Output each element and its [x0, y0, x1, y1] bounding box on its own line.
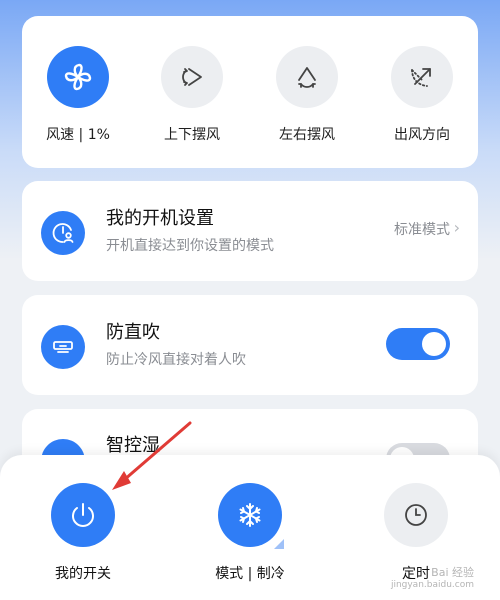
anti-direct-wind-toggle[interactable]	[386, 328, 450, 360]
wind-speed-label: 风速 | 1%	[46, 127, 110, 143]
power-label: 我的开关	[55, 566, 111, 582]
startup-setting-row[interactable]: 我的开机设置 开机直接达到你设置的模式 标准模式 ›	[22, 181, 478, 281]
mode-corner-indicator	[274, 539, 284, 549]
smart-humidity-title: 智控湿	[106, 435, 160, 456]
chevron-right-icon: ›	[453, 218, 460, 237]
clock-icon	[384, 483, 448, 547]
wind-speed-button[interactable]: 风速 | 1%	[23, 46, 133, 144]
mode-label: 模式 | 制冷	[215, 566, 285, 582]
fan-icon	[47, 46, 109, 108]
mode-button[interactable]: 模式 | 制冷	[190, 483, 310, 583]
horizontal-swing-icon	[276, 46, 338, 108]
wind-control-card: 风速 | 1% 上下摆风 左右摆风 出风方向	[22, 16, 478, 168]
airflow-direction-label: 出风方向	[394, 127, 450, 143]
horizontal-swing-button[interactable]: 左右摆风	[252, 46, 362, 144]
horizontal-swing-label: 左右摆风	[279, 127, 335, 143]
toggle-knob	[422, 332, 446, 356]
startup-mode-value: 标准模式	[394, 222, 450, 238]
watermark: Bai 经验 jingyan.baidu.com	[391, 566, 474, 592]
anti-direct-wind-subtitle: 防止冷风直接对着人吹	[106, 352, 246, 368]
anti-direct-wind-row: 防直吹 防止冷风直接对着人吹	[22, 295, 478, 395]
power-button[interactable]: 我的开关	[23, 483, 143, 583]
vertical-swing-icon	[161, 46, 223, 108]
anti-direct-wind-title: 防直吹	[106, 322, 160, 343]
vertical-swing-button[interactable]: 上下摆风	[137, 46, 247, 144]
watermark-line2: jingyan.baidu.com	[390, 580, 474, 590]
airflow-direction-icon	[391, 46, 453, 108]
power-icon	[51, 483, 115, 547]
startup-setting-subtitle: 开机直接达到你设置的模式	[106, 238, 274, 254]
snowflake-icon	[218, 483, 284, 549]
vertical-swing-label: 上下摆风	[164, 127, 220, 143]
startup-clock-user-icon	[41, 211, 85, 255]
airflow-direction-button[interactable]: 出风方向	[367, 46, 477, 144]
watermark-line1: Bai 经验	[431, 566, 474, 579]
air-conditioner-icon	[41, 325, 85, 369]
startup-setting-title: 我的开机设置	[106, 208, 214, 229]
